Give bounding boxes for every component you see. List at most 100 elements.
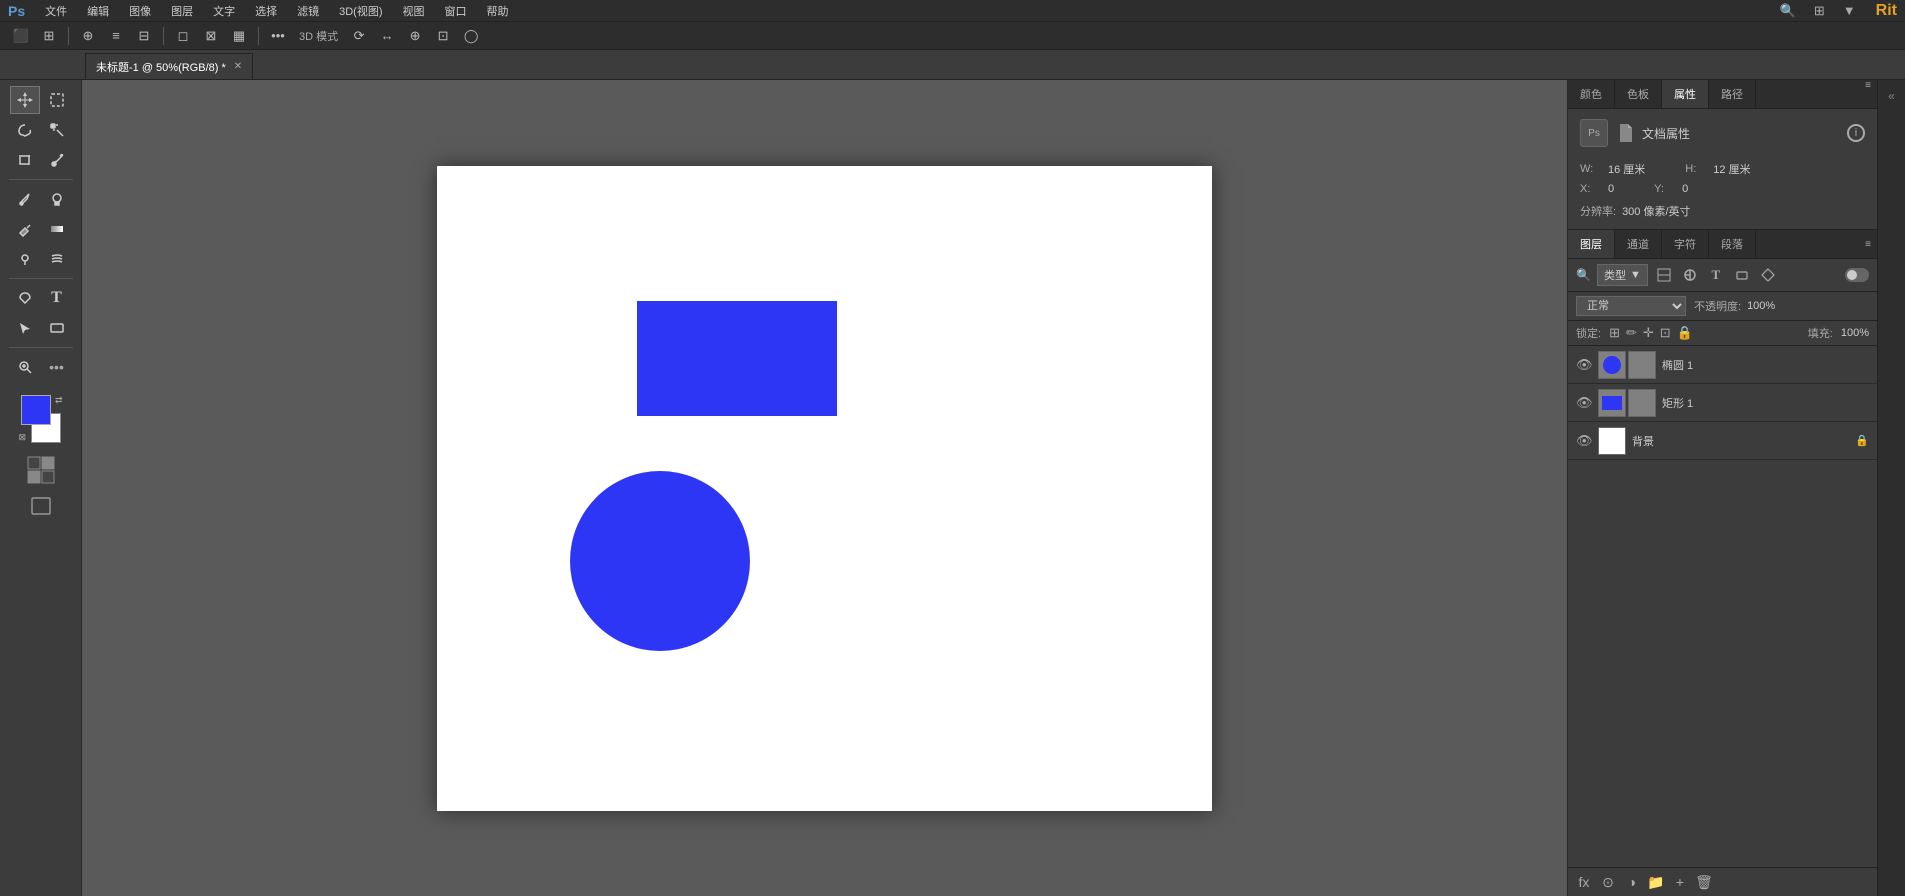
eyedropper-btn[interactable] (42, 146, 72, 174)
fill-value[interactable]: 100% (1841, 327, 1869, 339)
move-tool-btn[interactable] (10, 86, 40, 114)
tab-character[interactable]: 字符 (1662, 230, 1709, 258)
3d-pan-btn[interactable]: ↔ (374, 24, 400, 48)
select-tool-btn[interactable] (42, 86, 72, 114)
pen-tool-btn[interactable] (10, 284, 40, 312)
layer-thumb-rect (1598, 389, 1626, 417)
stamp-btn[interactable] (42, 185, 72, 213)
tab-paragraph[interactable]: 段落 (1709, 230, 1756, 258)
3d-scale-btn[interactable]: ⊡ (430, 24, 456, 48)
arrange-btn[interactable]: ⊕ (75, 24, 101, 48)
filter-pixel-btn[interactable] (1654, 265, 1674, 285)
gradient-btn[interactable] (42, 215, 72, 243)
zoom-tool-btn[interactable] (10, 353, 40, 381)
menu-edit[interactable]: 编辑 (83, 1, 113, 21)
align-btn[interactable]: ≡ (103, 24, 129, 48)
3d-slide-btn[interactable]: ⊕ (402, 24, 428, 48)
3d-rotate-btn[interactable]: ⟳ (346, 24, 372, 48)
lock-pixels-icon[interactable]: ⊞ (1609, 325, 1620, 341)
menu-view[interactable]: 视图 (399, 1, 429, 21)
add-mask-btn[interactable]: ⊙ (1598, 872, 1618, 892)
tab-channels[interactable]: 通道 (1615, 230, 1662, 258)
tab-close-btn[interactable]: ✕ (234, 61, 242, 72)
filter-toggle-btn[interactable] (1845, 268, 1869, 282)
filter-text-btn[interactable]: T (1706, 265, 1726, 285)
delete-layer-btn[interactable]: 🗑 (1694, 872, 1714, 892)
filter-smart-btn[interactable] (1758, 265, 1778, 285)
tab-color[interactable]: 颜色 (1568, 80, 1615, 108)
tab-paths[interactable]: 路径 (1709, 80, 1756, 108)
layers-filter-bar: 🔍 类型 ▼ (1568, 259, 1877, 292)
smudge-btn[interactable] (42, 245, 72, 273)
reset-colors-btn[interactable]: ⊠ (19, 432, 27, 443)
tab-layers[interactable]: 图层 (1568, 230, 1615, 258)
3d-label: 3D 模式 (293, 28, 344, 44)
layer-eye-bg[interactable]: 👁 (1576, 433, 1592, 449)
screen-mode-btn[interactable] (30, 496, 52, 519)
crop-tool-btn[interactable] (10, 146, 40, 174)
add-group-btn[interactable]: 📁 (1646, 872, 1666, 892)
layer-item-rect[interactable]: 👁 矩形 1 (1568, 384, 1877, 422)
swap-colors-btn[interactable]: ⇄ (55, 395, 63, 406)
menu-window[interactable]: 窗口 (441, 1, 471, 21)
menu-select[interactable]: 选择 (251, 1, 281, 21)
panel-menu-btn[interactable]: ≡ (1859, 80, 1877, 91)
opacity-value[interactable]: 100% (1747, 300, 1775, 312)
document-tab[interactable]: 未标题-1 @ 50%(RGB/8) * ✕ (85, 53, 253, 79)
more-tools-btn[interactable]: ••• (42, 353, 72, 381)
layer-thumb-ellipse (1598, 351, 1626, 379)
right-panel: 颜色 色板 属性 路径 ≡ Ps (1567, 80, 1877, 896)
menu-file[interactable]: 文件 (41, 1, 71, 21)
layer-filter-select[interactable]: 类型 ▼ (1597, 264, 1648, 286)
transform-btn[interactable]: ◻ (170, 24, 196, 48)
show-transform-btn[interactable]: ⊞ (36, 24, 62, 48)
lock-all-icon[interactable]: 🔒 (1677, 325, 1693, 341)
search-icon[interactable]: 🔍 (1780, 3, 1796, 19)
layer-eye-rect[interactable]: 👁 (1576, 395, 1592, 411)
lock-move-icon[interactable]: ✛ (1643, 325, 1654, 341)
menu-text[interactable]: 文字 (209, 1, 239, 21)
eraser-btn[interactable] (10, 215, 40, 243)
dodge-btn[interactable] (10, 245, 40, 273)
menu-image[interactable]: 图像 (125, 1, 155, 21)
layer-item-bg[interactable]: 👁 背景 🔒 (1568, 422, 1877, 460)
shape-tool-btn[interactable] (42, 314, 72, 342)
layer-eye-ellipse[interactable]: 👁 (1576, 357, 1592, 373)
layers-menu-btn[interactable]: ≡ (1859, 230, 1877, 258)
text-tool-btn[interactable]: T (42, 284, 72, 312)
tab-swatches[interactable]: 色板 (1615, 80, 1662, 108)
blend-mode-select[interactable]: 正常 (1576, 296, 1686, 316)
fg-swatch[interactable] (21, 395, 51, 425)
lock-artboard-icon[interactable]: ⊡ (1660, 325, 1671, 341)
menu-help[interactable]: 帮助 (483, 1, 513, 21)
layers-tab-bar: 图层 通道 字符 段落 ≡ (1568, 230, 1877, 259)
filter-btn[interactable]: ▦ (226, 24, 252, 48)
3d-roll-btn[interactable]: ◯ (458, 24, 484, 48)
filter-adjustment-btn[interactable] (1680, 265, 1700, 285)
tab-properties[interactable]: 属性 (1662, 80, 1709, 108)
info-btn[interactable]: i (1847, 124, 1865, 142)
canvas-area[interactable] (82, 80, 1567, 896)
auto-select-btn[interactable]: ⬛ (8, 24, 34, 48)
menu-layer[interactable]: 图层 (167, 1, 197, 21)
path-select-btn[interactable] (10, 314, 40, 342)
distribute-btn[interactable]: ⊟ (131, 24, 157, 48)
collapse-panel-btn[interactable]: « (1880, 84, 1904, 108)
filter-shape-btn[interactable] (1732, 265, 1752, 285)
more-options-btn[interactable]: ••• (265, 24, 291, 48)
arrange-icon[interactable]: ⊞ (1814, 3, 1825, 19)
menu-filter[interactable]: 滤镜 (293, 1, 323, 21)
workspace-icon[interactable]: ▼ (1843, 3, 1856, 18)
warp-btn[interactable]: ⊠ (198, 24, 224, 48)
lasso-tool-btn[interactable] (10, 116, 40, 144)
menu-3d[interactable]: 3D(视图) (335, 1, 386, 21)
add-adjustment-btn[interactable]: ◑ (1622, 872, 1642, 892)
magic-wand-btn[interactable] (42, 116, 72, 144)
paintbrush-btn[interactable] (10, 185, 40, 213)
layer-item-ellipse[interactable]: 👁 椭圆 1 (1568, 346, 1877, 384)
quick-mask-btn[interactable] (26, 455, 56, 488)
lock-brush-icon[interactable]: ✏ (1626, 325, 1637, 341)
add-layer-btn[interactable]: + (1670, 872, 1690, 892)
ps-icon-btn[interactable]: Ps (1580, 119, 1608, 147)
add-fx-btn[interactable]: fx (1574, 872, 1594, 892)
